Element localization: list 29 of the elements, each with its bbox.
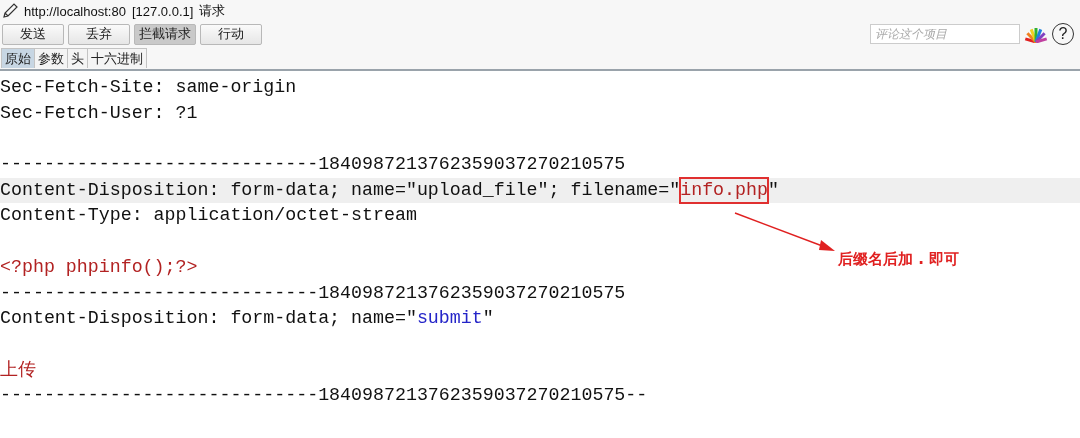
code-text: Content-Type: application/octet-stream [0,204,417,228]
code-value: 上传 [0,358,36,382]
host-address: [127.0.0.1] [131,3,194,19]
fan-icon[interactable] [1024,25,1048,43]
view-tab[interactable]: 头 [67,48,88,68]
code-value: <?php phpinfo();?> [0,255,198,279]
code-text: Sec-Fetch-User: ?1 [0,101,198,125]
view-tab[interactable]: 十六进制 [87,48,147,68]
pencil-icon [2,3,18,19]
request-label: 请求 [199,2,226,20]
view-tab[interactable]: 参数 [34,48,68,68]
toolbar-button[interactable]: 行动 [200,23,262,45]
highlighted-filename: info.php [680,177,768,204]
code-text: Content-Disposition: form-data; name=" [0,307,417,331]
view-tab[interactable]: 原始 [1,48,35,68]
comment-field[interactable]: 评论这个项目 [870,24,1020,44]
toolbar-button[interactable]: 发送 [2,23,64,45]
toolbar-button[interactable]: 丢弃 [68,23,130,45]
request-url: http://localhost:80 [24,3,126,19]
code-text: " [767,178,779,202]
code-text: -----------------------------1840987213762359037270210575 [0,153,626,177]
code-text: " [482,307,494,331]
code-text: -----------------------------1840987213762359037270210575-- [0,384,648,408]
annotation-note: 后缀名后加 . 即可 [838,250,960,269]
code-text: Content-Disposition: form-data; name="upload_file"; filename=" [0,178,681,202]
toolbar-button[interactable]: 拦截请求 [134,23,196,45]
code-text: -----------------------------1840987213762359037270210575 [0,281,626,305]
param-name: submit [416,307,483,331]
code-text: Sec-Fetch-Site: same-origin [0,76,297,99]
